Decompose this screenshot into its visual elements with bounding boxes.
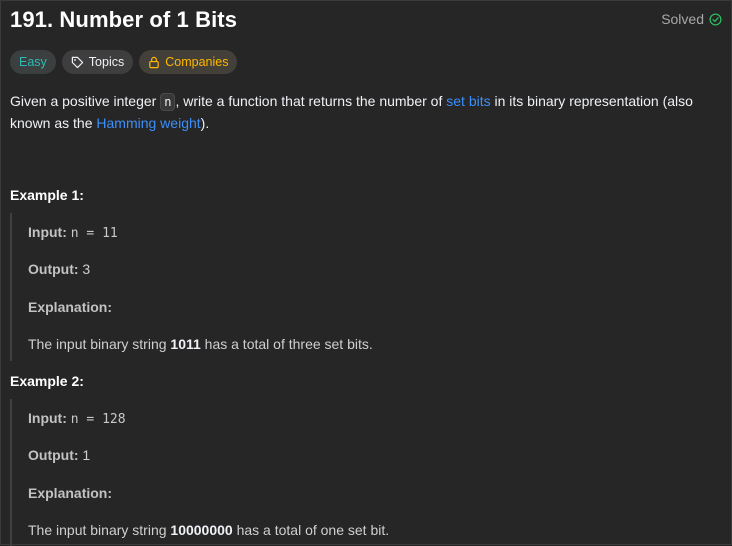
output-value: 1 [82, 447, 91, 463]
topics-label: Topics [88, 55, 125, 69]
output-label: Output: [28, 447, 79, 463]
difficulty-badge[interactable]: Easy [10, 50, 56, 74]
solved-label: Solved [661, 11, 704, 27]
explanation-text: The input binary string [28, 336, 171, 352]
explanation-binary: 1011 [170, 336, 201, 352]
example-2-explanation-label: Explanation: [28, 485, 112, 501]
example-1-output: Output: 3 [28, 261, 90, 277]
example-1-explanation: The input binary string 1011 has a total… [28, 336, 373, 352]
description-text: Given a positive integer [10, 93, 161, 109]
explanation-label: Explanation: [28, 299, 113, 315]
tag-row: Easy Topics Companies [10, 50, 238, 74]
output-label: Output: [28, 261, 79, 277]
problem-description: Given a positive integer n, write a func… [10, 91, 710, 134]
example-2-title: Example 2: [10, 373, 84, 389]
companies-button[interactable]: Companies [139, 50, 238, 74]
topics-button[interactable]: Topics [61, 50, 134, 74]
companies-label: Companies [165, 55, 229, 69]
example-2-explanation: The input binary string 10000000 has a t… [28, 522, 389, 538]
lock-icon [148, 56, 160, 69]
explanation-text: has a total of one set bit. [232, 522, 390, 538]
inline-code-n: n [160, 93, 176, 111]
check-circle-icon [709, 12, 722, 26]
input-value: n = 11 [70, 226, 118, 241]
explanation-label: Explanation: [28, 485, 113, 501]
example-1-title: Example 1: [10, 187, 84, 203]
explanation-text: The input binary string [28, 522, 171, 538]
set-bits-link[interactable]: set bits [446, 93, 490, 109]
input-label: Input: [28, 224, 67, 240]
example-2-output: Output: 1 [28, 447, 90, 463]
output-value: 3 [82, 261, 91, 277]
example-1-input: Input: n = 11 [28, 224, 118, 241]
hamming-weight-link[interactable]: Hamming weight [96, 115, 200, 131]
problem-title[interactable]: 191. Number of 1 Bits [10, 7, 237, 33]
input-value: n = 128 [70, 412, 126, 427]
example-1-explanation-label: Explanation: [28, 299, 112, 315]
description-text: ). [200, 115, 210, 131]
tag-icon [71, 56, 84, 69]
problem-description-panel: 191. Number of 1 Bits Solved Easy Topics [10, 1, 722, 546]
explanation-binary: 10000000 [170, 522, 233, 538]
example-2-input: Input: n = 128 [28, 410, 126, 427]
solved-status: Solved [661, 11, 722, 27]
explanation-text: has a total of three set bits. [200, 336, 373, 352]
input-label: Input: [28, 410, 67, 426]
description-text: , write a function that returns the numb… [175, 93, 447, 109]
difficulty-label: Easy [19, 55, 47, 69]
